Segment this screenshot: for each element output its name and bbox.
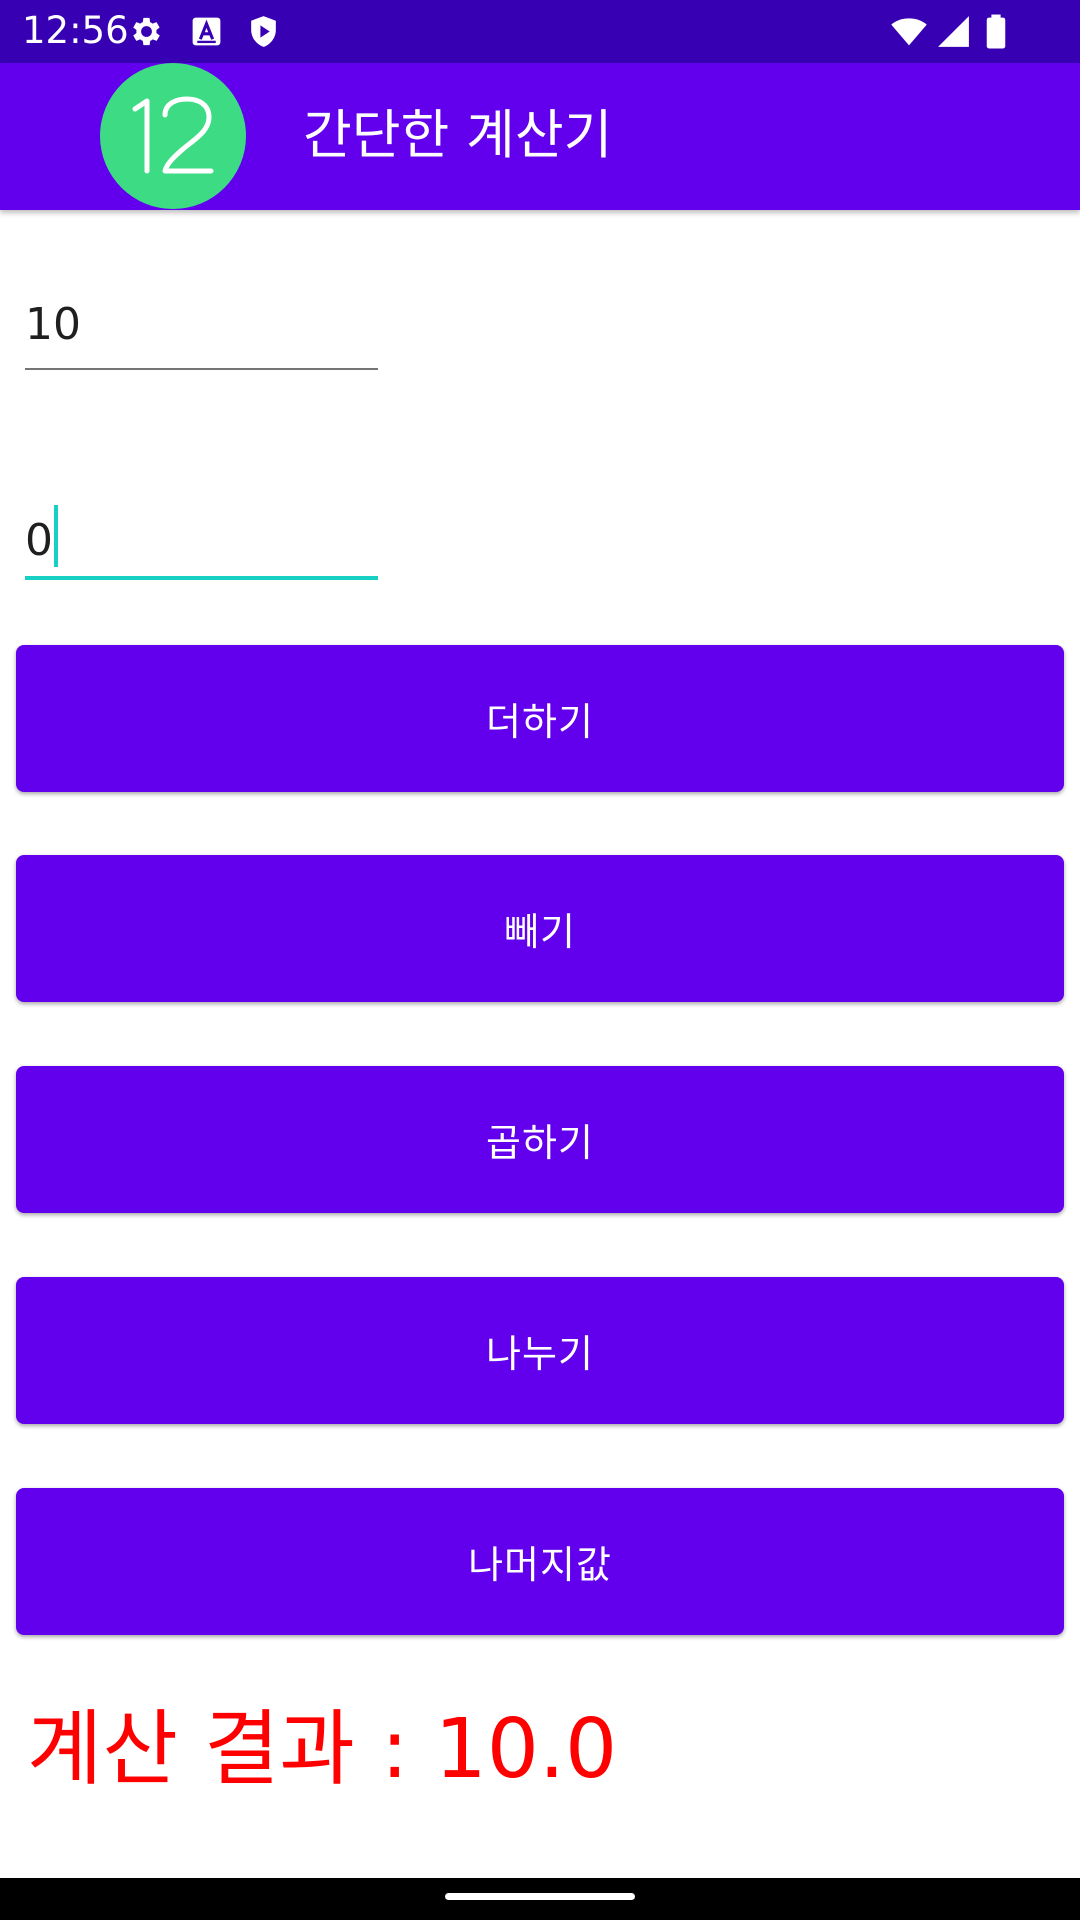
shield-play-icon <box>245 13 282 50</box>
text-cursor <box>54 505 58 567</box>
subtract-button[interactable]: 빼기 <box>16 855 1064 1002</box>
first-number-underline <box>25 368 378 370</box>
second-number-underline <box>25 576 378 580</box>
a-badge-icon <box>188 13 225 50</box>
status-time: 12:56 <box>22 9 129 52</box>
add-button-label: 더하기 <box>486 700 594 744</box>
second-number-value: 0 <box>25 515 53 566</box>
second-number-input[interactable]: 0 <box>25 490 378 580</box>
battery-icon <box>982 13 1010 50</box>
gear-icon <box>128 13 165 50</box>
remainder-button-label: 나머지값 <box>468 1543 612 1587</box>
remainder-button[interactable]: 나머지값 <box>16 1488 1064 1635</box>
divide-button-label: 나누기 <box>486 1332 594 1376</box>
android-12-logo-icon <box>99 63 247 210</box>
calculator-screen: 12:56 간단한 계산기 10 0 더하기 빼기 곱하기 나누기 나머지값 계… <box>0 0 1080 1920</box>
first-number-input[interactable]: 10 <box>25 280 378 370</box>
app-title: 간단한 계산기 <box>303 105 613 166</box>
navigation-bar <box>0 1878 1080 1920</box>
first-number-value: 10 <box>25 299 81 350</box>
divide-button[interactable]: 나누기 <box>16 1277 1064 1424</box>
wifi-icon <box>888 13 930 50</box>
status-bar: 12:56 <box>0 0 1080 63</box>
app-bar: 간단한 계산기 <box>0 63 1080 210</box>
home-gesture-handle[interactable] <box>445 1893 635 1900</box>
signal-icon <box>935 13 972 50</box>
add-button[interactable]: 더하기 <box>16 645 1064 792</box>
multiply-button[interactable]: 곱하기 <box>16 1066 1064 1213</box>
calculation-result: 계산 결과 : 10.0 <box>27 1702 618 1797</box>
subtract-button-label: 빼기 <box>504 910 576 954</box>
multiply-button-label: 곱하기 <box>486 1121 594 1165</box>
